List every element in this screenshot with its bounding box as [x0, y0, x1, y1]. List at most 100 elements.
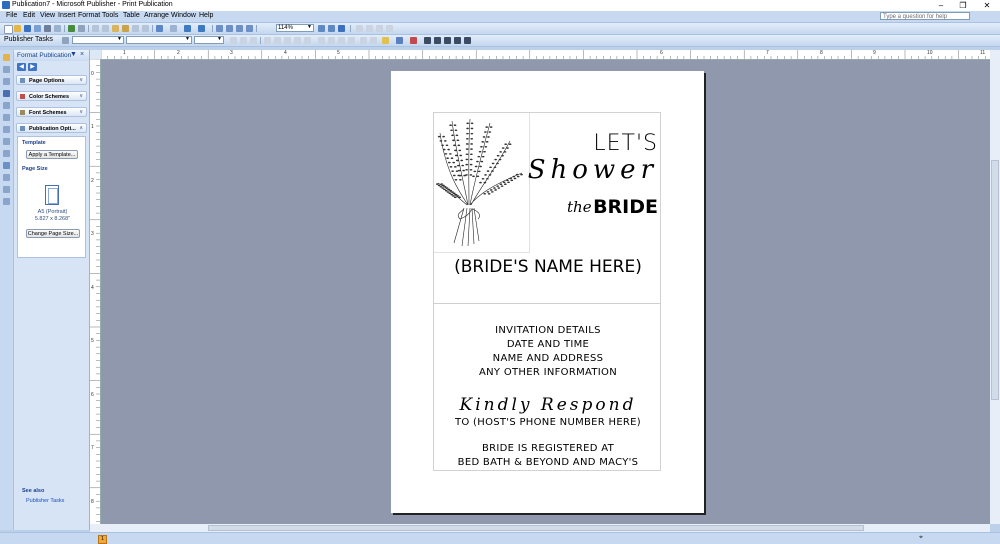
font-dropdown[interactable]: ▼ [126, 36, 192, 44]
vertical-scroll-thumb[interactable] [991, 160, 999, 400]
style-dropdown[interactable]: ▼ [72, 36, 124, 44]
host-phone-line[interactable]: TO (HOST'S PHONE NUMBER HERE) [434, 417, 662, 428]
minimize-button[interactable]: – [930, 0, 952, 11]
open-icon[interactable] [14, 25, 21, 32]
italic-tool-icon[interactable] [142, 25, 149, 32]
other-info-line[interactable]: ANY OTHER INFORMATION [434, 367, 662, 378]
bold-icon[interactable] [230, 37, 237, 44]
line-tool-icon[interactable] [3, 114, 10, 121]
close-button[interactable]: ✕ [976, 0, 998, 11]
numbering-icon[interactable] [318, 37, 325, 44]
tool-c-icon[interactable] [376, 25, 383, 32]
design-gallery-icon[interactable] [3, 198, 10, 205]
bring-forward-icon[interactable] [184, 25, 191, 32]
rectangle-tool-icon[interactable] [3, 150, 10, 157]
invitation-details-line[interactable]: INVITATION DETAILS [434, 325, 662, 336]
menu-help[interactable]: Help [199, 12, 213, 19]
zoom-in-icon[interactable] [328, 25, 335, 32]
menu-view[interactable]: View [40, 12, 55, 19]
decrease-indent-icon[interactable] [338, 37, 345, 44]
table-tool-icon[interactable] [3, 78, 10, 85]
publish-icon[interactable] [34, 25, 41, 32]
invitation-card[interactable]: LET'S Shower the BRIDE (BRIDE'S NAME HER… [433, 112, 661, 471]
close-pane-icon[interactable]: × [80, 51, 84, 58]
print-preview-icon[interactable] [54, 25, 61, 32]
arrow-tool-icon[interactable] [3, 126, 10, 133]
text-box-icon[interactable] [3, 66, 10, 73]
copy-icon[interactable] [102, 25, 109, 32]
zoom-out-icon[interactable] [318, 25, 325, 32]
date-time-line[interactable]: DATE AND TIME [434, 339, 662, 350]
forward-icon[interactable]: ▶ [28, 63, 37, 71]
format-painter-icon[interactable] [122, 25, 129, 32]
restore-button[interactable]: ❐ [952, 0, 974, 11]
print-icon[interactable] [44, 25, 51, 32]
redo-icon[interactable] [170, 25, 177, 32]
section-color-schemes[interactable]: Color Schemes ∨ [16, 91, 87, 101]
menu-format[interactable]: Format [78, 12, 100, 19]
change-page-size-button[interactable]: Change Page Size... [26, 229, 80, 238]
columns-icon[interactable] [216, 25, 223, 32]
ask-question-input[interactable]: Type a question for help [880, 12, 970, 20]
dash-style-icon[interactable] [434, 37, 441, 44]
research-icon[interactable] [78, 25, 85, 32]
menu-arrange[interactable]: Arrange [144, 12, 169, 19]
menu-edit[interactable]: Edit [23, 12, 35, 19]
bride-name-placeholder[interactable]: (BRIDE'S NAME HERE) [434, 257, 662, 277]
special-characters-icon[interactable] [236, 25, 243, 32]
font-color-icon[interactable] [410, 37, 417, 44]
save-icon[interactable] [24, 25, 31, 32]
menu-file[interactable]: File [6, 12, 17, 19]
section-page-options[interactable]: Page Options ∨ [16, 75, 87, 85]
shrink-font-icon[interactable] [370, 37, 377, 44]
tool-a-icon[interactable] [356, 25, 363, 32]
publisher-app-icon[interactable] [2, 1, 10, 9]
clear-icon[interactable] [132, 25, 139, 32]
line-spacing-icon[interactable] [304, 37, 311, 44]
lavender-bouquet-illustration[interactable] [434, 113, 530, 253]
tool-d-icon[interactable] [386, 25, 393, 32]
undo-icon[interactable] [156, 25, 163, 32]
vertical-ruler[interactable]: 0 1 2 3 4 5 6 7 8 [90, 59, 101, 525]
name-address-line[interactable]: NAME AND ADDRESS [434, 353, 662, 364]
section-publication-options[interactable]: Publication Opti... ∧ [16, 123, 87, 133]
spelling-icon[interactable] [68, 25, 75, 32]
section-font-schemes[interactable]: Font Schemes ∨ [16, 107, 87, 117]
menu-insert[interactable]: Insert [58, 12, 76, 19]
send-backward-icon[interactable] [198, 25, 205, 32]
wordart-icon[interactable] [3, 90, 10, 97]
zoom-dropdown[interactable]: 114% ▼ [276, 24, 314, 32]
publication-workspace[interactable]: LET'S Shower the BRIDE (BRIDE'S NAME HER… [101, 60, 990, 524]
autoshapes-icon[interactable] [3, 162, 10, 169]
line-style-icon[interactable] [424, 37, 431, 44]
picture-frame-icon[interactable] [3, 102, 10, 109]
paste-icon[interactable] [112, 25, 119, 32]
menu-window[interactable]: Window [171, 12, 196, 19]
publication-page[interactable]: LET'S Shower the BRIDE (BRIDE'S NAME HER… [391, 71, 704, 513]
align-left-icon[interactable] [264, 37, 271, 44]
italic-icon[interactable] [240, 37, 247, 44]
align-center-icon[interactable] [274, 37, 281, 44]
styles-icon[interactable] [62, 37, 69, 44]
arrow-style-icon[interactable] [444, 37, 451, 44]
oval-tool-icon[interactable] [3, 138, 10, 145]
back-icon[interactable]: ◀ [17, 63, 26, 71]
underline-icon[interactable] [250, 37, 257, 44]
hotspot-icon[interactable] [3, 174, 10, 181]
publisher-tasks-button[interactable]: Publisher Tasks [4, 36, 53, 43]
menu-table[interactable]: Table [123, 12, 140, 19]
new-icon[interactable] [4, 25, 13, 34]
registry-line-2[interactable]: BED BATH & BEYOND AND MACY'S [434, 457, 662, 468]
horizontal-ruler[interactable]: 1 2 3 4 5 6 7 8 9 10 11 [101, 50, 990, 60]
justify-icon[interactable] [294, 37, 301, 44]
form-control-icon[interactable] [3, 186, 10, 193]
increase-indent-icon[interactable] [348, 37, 355, 44]
registry-line-1[interactable]: BRIDE IS REGISTERED AT [434, 443, 662, 454]
font-size-dropdown[interactable]: ▼ [194, 36, 224, 44]
hyperlink-icon[interactable] [226, 25, 233, 32]
tool-b-icon[interactable] [366, 25, 373, 32]
select-object-icon[interactable] [3, 54, 10, 61]
cut-icon[interactable] [92, 25, 99, 32]
fill-color-icon[interactable] [382, 37, 389, 44]
ruler-corner[interactable] [90, 50, 101, 59]
